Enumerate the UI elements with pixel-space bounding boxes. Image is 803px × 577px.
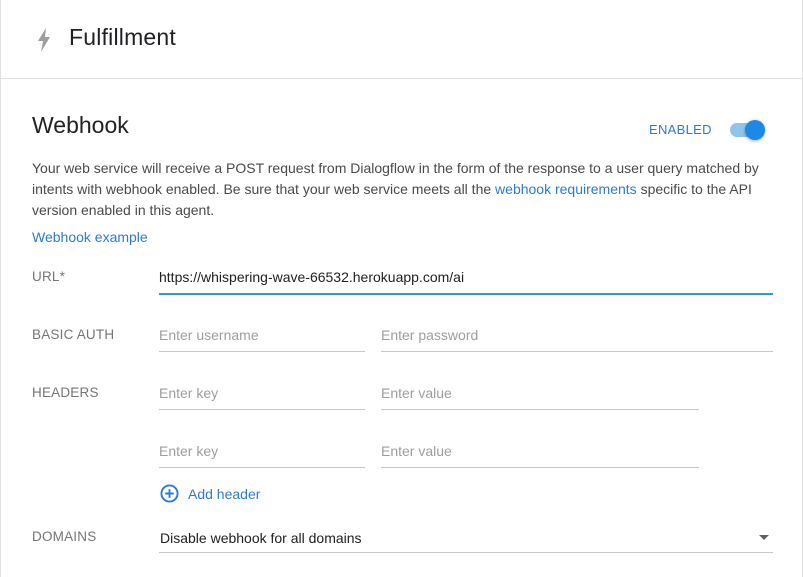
header-key-input[interactable]	[159, 437, 365, 465]
password-input[interactable]	[381, 321, 773, 349]
webhook-title: Webhook	[32, 112, 129, 138]
webhook-status-label: ENABLED	[649, 122, 712, 137]
username-field-container	[159, 321, 365, 352]
toggle-knob	[745, 120, 765, 140]
url-input[interactable]	[159, 263, 773, 291]
domains-label: DOMAINS	[32, 529, 97, 544]
chevron-down-icon	[759, 535, 769, 540]
domains-selected-value: Disable webhook for all domains	[160, 530, 362, 546]
page-header: Fulfillment	[1, 0, 802, 79]
header-value-input[interactable]	[381, 437, 699, 465]
header-value-field-container	[381, 379, 699, 410]
webhook-description: Your web service will receive a POST req…	[32, 158, 762, 221]
page-title: Fulfillment	[69, 24, 177, 50]
header-key-input[interactable]	[159, 379, 365, 407]
fulfillment-panel: Fulfillment Webhook ENABLED Your web ser…	[0, 0, 803, 577]
username-input[interactable]	[159, 321, 365, 349]
add-header-label: Add header	[188, 486, 261, 502]
header-key-field-container	[159, 437, 365, 468]
webhook-example-link[interactable]: Webhook example	[32, 229, 148, 245]
plus-circle-icon	[160, 484, 179, 503]
header-value-input[interactable]	[381, 379, 699, 407]
headers-label: HEADERS	[32, 385, 99, 400]
url-field-container	[159, 263, 773, 295]
header-key-field-container	[159, 379, 365, 410]
webhook-enabled-toggle[interactable]	[730, 120, 766, 140]
url-label: URL*	[32, 269, 66, 284]
bolt-icon	[38, 28, 50, 52]
basic-auth-label: BASIC AUTH	[32, 327, 115, 342]
header-value-field-container	[381, 437, 699, 468]
domains-select[interactable]: Disable webhook for all domains	[159, 524, 773, 553]
password-field-container	[381, 321, 773, 352]
webhook-requirements-link[interactable]: webhook requirements	[495, 181, 637, 197]
